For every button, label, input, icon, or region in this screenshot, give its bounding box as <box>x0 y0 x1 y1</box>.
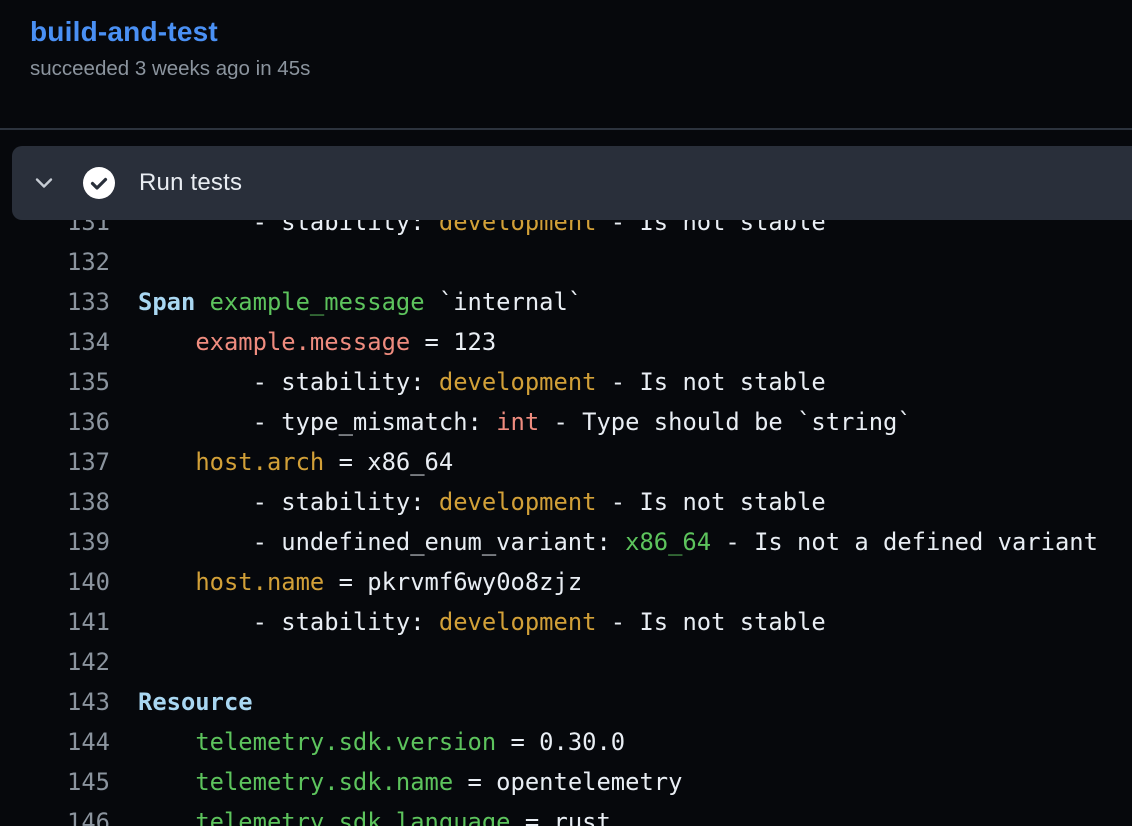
log-text-segment: = 0.30.0 <box>496 728 625 756</box>
log-text-segment: - Type should be `string` <box>539 408 912 436</box>
log-line: 145 telemetry.sdk.name = opentelemetry <box>0 762 1132 802</box>
line-number[interactable]: 135 <box>0 362 110 402</box>
log-text-segment <box>138 328 195 356</box>
log-text-segment: development <box>439 488 597 516</box>
log-line: 143 Resource <box>0 682 1132 722</box>
log-line: 141 - stability: development - Is not st… <box>0 602 1132 642</box>
log-text-segment: - type_mismatch: <box>138 408 496 436</box>
line-number[interactable]: 136 <box>0 402 110 442</box>
line-content: Resource <box>138 682 253 722</box>
log-text-segment: = rust <box>511 808 611 826</box>
line-content: - stability: development - Is not stable <box>138 602 826 642</box>
check-circle-icon <box>83 167 115 199</box>
log-output: 131 - stability: development - Is not st… <box>0 202 1132 826</box>
log-line: 136 - type_mismatch: int - Type should b… <box>0 402 1132 442</box>
log-text-segment: Resource <box>138 688 253 716</box>
log-line: 135 - stability: development - Is not st… <box>0 362 1132 402</box>
line-number[interactable]: 141 <box>0 602 110 642</box>
line-number[interactable]: 132 <box>0 242 110 282</box>
line-content: Span example_message `internal` <box>138 282 582 322</box>
log-text-segment: `internal` <box>425 288 583 316</box>
log-line: 132 <box>0 242 1132 282</box>
log-line: 142 <box>0 642 1132 682</box>
log-line: 138 - stability: development - Is not st… <box>0 482 1132 522</box>
line-content: telemetry.sdk.name = opentelemetry <box>138 762 682 802</box>
log-text-segment: - stability: <box>138 608 439 636</box>
job-title-link[interactable]: build-and-test <box>30 16 218 48</box>
line-content: telemetry.sdk.version = 0.30.0 <box>138 722 625 762</box>
log-text-segment: telemetry.sdk.version <box>195 728 496 756</box>
log-text-segment: - undefined_enum_variant: <box>138 528 625 556</box>
log-line: 134 example.message = 123 <box>0 322 1132 362</box>
line-content: example.message = 123 <box>138 322 496 362</box>
line-number[interactable]: 142 <box>0 642 110 682</box>
log-text-segment <box>138 568 195 596</box>
log-text-segment: = 123 <box>410 328 496 356</box>
log-text-segment: telemetry.sdk.name <box>195 768 453 796</box>
log-text-segment: host.name <box>195 568 324 596</box>
log-text-segment: example.message <box>195 328 410 356</box>
line-number[interactable]: 139 <box>0 522 110 562</box>
log-text-segment: Span <box>138 288 195 316</box>
log-line: 139 - undefined_enum_variant: x86_64 - I… <box>0 522 1132 562</box>
log-text-segment: development <box>439 368 597 396</box>
log-line: 146 telemetry.sdk.language = rust <box>0 802 1132 826</box>
log-text-segment: = opentelemetry <box>453 768 682 796</box>
log-text-segment: - Is not a defined variant <box>711 528 1098 556</box>
log-text-segment: = pkrvmf6wy0o8zjz <box>324 568 582 596</box>
log-text-segment <box>195 288 209 316</box>
line-content: telemetry.sdk.language = rust <box>138 802 611 826</box>
line-number[interactable]: 133 <box>0 282 110 322</box>
log-text-segment: - Is not stable <box>596 488 825 516</box>
log-text-segment: development <box>439 608 597 636</box>
log-text-segment: telemetry.sdk.language <box>195 808 510 826</box>
log-line: 140 host.name = pkrvmf6wy0o8zjz <box>0 562 1132 602</box>
line-content: host.arch = x86_64 <box>138 442 453 482</box>
log-text-segment: host.arch <box>195 448 324 476</box>
log-text-segment: int <box>496 408 539 436</box>
log-line: 133 Span example_message `internal` <box>0 282 1132 322</box>
log-line: 137 host.arch = x86_64 <box>0 442 1132 482</box>
line-number[interactable]: 134 <box>0 322 110 362</box>
job-header: build-and-test succeeded 3 weeks ago in … <box>0 0 1132 81</box>
line-number[interactable]: 143 <box>0 682 110 722</box>
line-content: - stability: development - Is not stable <box>138 482 826 522</box>
log-line: 144 telemetry.sdk.version = 0.30.0 <box>0 722 1132 762</box>
line-content: host.name = pkrvmf6wy0o8zjz <box>138 562 582 602</box>
log-text-segment <box>138 808 195 826</box>
log-text-segment <box>138 448 195 476</box>
log-text-segment: - stability: <box>138 368 439 396</box>
step-header-run-tests[interactable]: Run tests <box>12 146 1132 220</box>
line-number[interactable]: 146 <box>0 802 110 826</box>
workflow-job-log-page: build-and-test succeeded 3 weeks ago in … <box>0 0 1132 826</box>
header-divider <box>0 128 1132 130</box>
line-number[interactable]: 144 <box>0 722 110 762</box>
line-number[interactable]: 138 <box>0 482 110 522</box>
log-text-segment <box>138 768 195 796</box>
log-text-segment <box>138 728 195 756</box>
job-status-line: succeeded 3 weeks ago in 45s <box>30 57 1132 81</box>
log-text-segment: x86_64 <box>625 528 711 556</box>
log-text-segment: - Is not stable <box>596 608 825 636</box>
line-number[interactable]: 140 <box>0 562 110 602</box>
log-text-segment: - Is not stable <box>596 368 825 396</box>
log-text-segment: - stability: <box>138 488 439 516</box>
line-number[interactable]: 145 <box>0 762 110 802</box>
line-content: - type_mismatch: int - Type should be `s… <box>138 402 912 442</box>
line-content: - stability: development - Is not stable <box>138 362 826 402</box>
step-name: Run tests <box>139 169 242 197</box>
line-content: - undefined_enum_variant: x86_64 - Is no… <box>138 522 1098 562</box>
log-text-segment: example_message <box>210 288 425 316</box>
chevron-down-icon[interactable] <box>33 172 55 194</box>
line-number[interactable]: 137 <box>0 442 110 482</box>
log-text-segment: = x86_64 <box>324 448 453 476</box>
